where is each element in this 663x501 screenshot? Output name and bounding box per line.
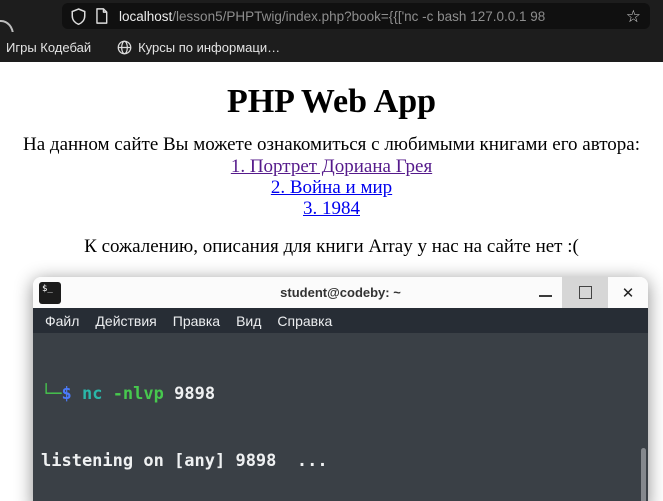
terminal-menubar: Файл Действия Правка Вид Справка bbox=[33, 308, 648, 333]
scrollbar-thumb[interactable] bbox=[641, 448, 646, 501]
bookmark-label: Курсы по информаци… bbox=[138, 39, 281, 55]
maximize-button[interactable] bbox=[562, 277, 608, 308]
bookmarks-bar: Игры Кодебай Курсы по информаци… bbox=[0, 32, 663, 62]
url-host: localhost bbox=[119, 8, 173, 24]
terminal-window: $_ student@codeby: ~ ✕ Файл Действия Пра… bbox=[33, 277, 648, 501]
book-link-dorian-gray[interactable]: 1. Портрет Дориана Грея bbox=[231, 156, 432, 177]
window-controls: ✕ bbox=[528, 277, 648, 308]
url-text[interactable]: localhost/lesson5/PHPTwig/index.php?book… bbox=[119, 9, 620, 24]
bookmark-star-icon[interactable]: ☆ bbox=[626, 8, 641, 25]
intro-text: На данном сайте Вы можете ознакомиться с… bbox=[23, 134, 640, 155]
terminal-line: listening on [any] 9898 ... bbox=[41, 451, 328, 472]
menu-file[interactable]: Файл bbox=[37, 313, 87, 329]
not-found-text: К сожалению, описания для книги Array у … bbox=[84, 236, 579, 257]
shield-icon bbox=[71, 7, 86, 25]
page-title: PHP Web App bbox=[226, 83, 437, 120]
menu-edit[interactable]: Правка bbox=[165, 313, 228, 329]
terminal-titlebar[interactable]: $_ student@codeby: ~ ✕ bbox=[33, 277, 648, 308]
menu-help[interactable]: Справка bbox=[269, 313, 340, 329]
command-argument: 9898 bbox=[174, 383, 216, 404]
bookmark-item-games[interactable]: Игры Кодебай bbox=[6, 40, 91, 55]
terminal-output-area[interactable]: └─$ nc -nlvp 9898 listening on [any] 989… bbox=[33, 333, 648, 501]
book-link-war-and-peace[interactable]: 2. Война и мир bbox=[271, 177, 392, 198]
url-path: /lesson5/PHPTwig/index.php?book={{['nc -… bbox=[172, 8, 546, 24]
menu-view[interactable]: Вид bbox=[228, 313, 269, 329]
web-page-content: PHP Web App На данном сайте Вы можете оз… bbox=[0, 62, 663, 258]
address-bar[interactable]: localhost/lesson5/PHPTwig/index.php?book… bbox=[62, 3, 650, 29]
close-button[interactable]: ✕ bbox=[608, 277, 648, 308]
screenshot-root: localhost/lesson5/PHPTwig/index.php?book… bbox=[0, 0, 663, 501]
globe-icon bbox=[117, 40, 132, 54]
terminal-app-icon: $_ bbox=[39, 281, 61, 304]
command-name: nc bbox=[81, 383, 113, 404]
maximize-icon bbox=[578, 286, 592, 299]
minimize-icon bbox=[538, 294, 552, 297]
bookmark-item-courses[interactable]: Курсы по информаци… bbox=[117, 40, 280, 55]
book-link-1984[interactable]: 3. 1984 bbox=[303, 198, 360, 219]
terminal-prompt-line: └─$ nc -nlvp 9898 bbox=[41, 383, 648, 405]
command-options: -nlvp bbox=[112, 383, 175, 404]
browser-toolbar: localhost/lesson5/PHPTwig/index.php?book… bbox=[0, 0, 663, 50]
prompt-dollar: $ bbox=[61, 383, 82, 404]
bookmark-label: Игры Кодебай bbox=[6, 39, 92, 55]
page-icon bbox=[96, 8, 108, 24]
minimize-button[interactable] bbox=[528, 277, 562, 308]
menu-actions[interactable]: Действия bbox=[87, 313, 164, 329]
prompt-frame: └─ bbox=[41, 383, 62, 404]
